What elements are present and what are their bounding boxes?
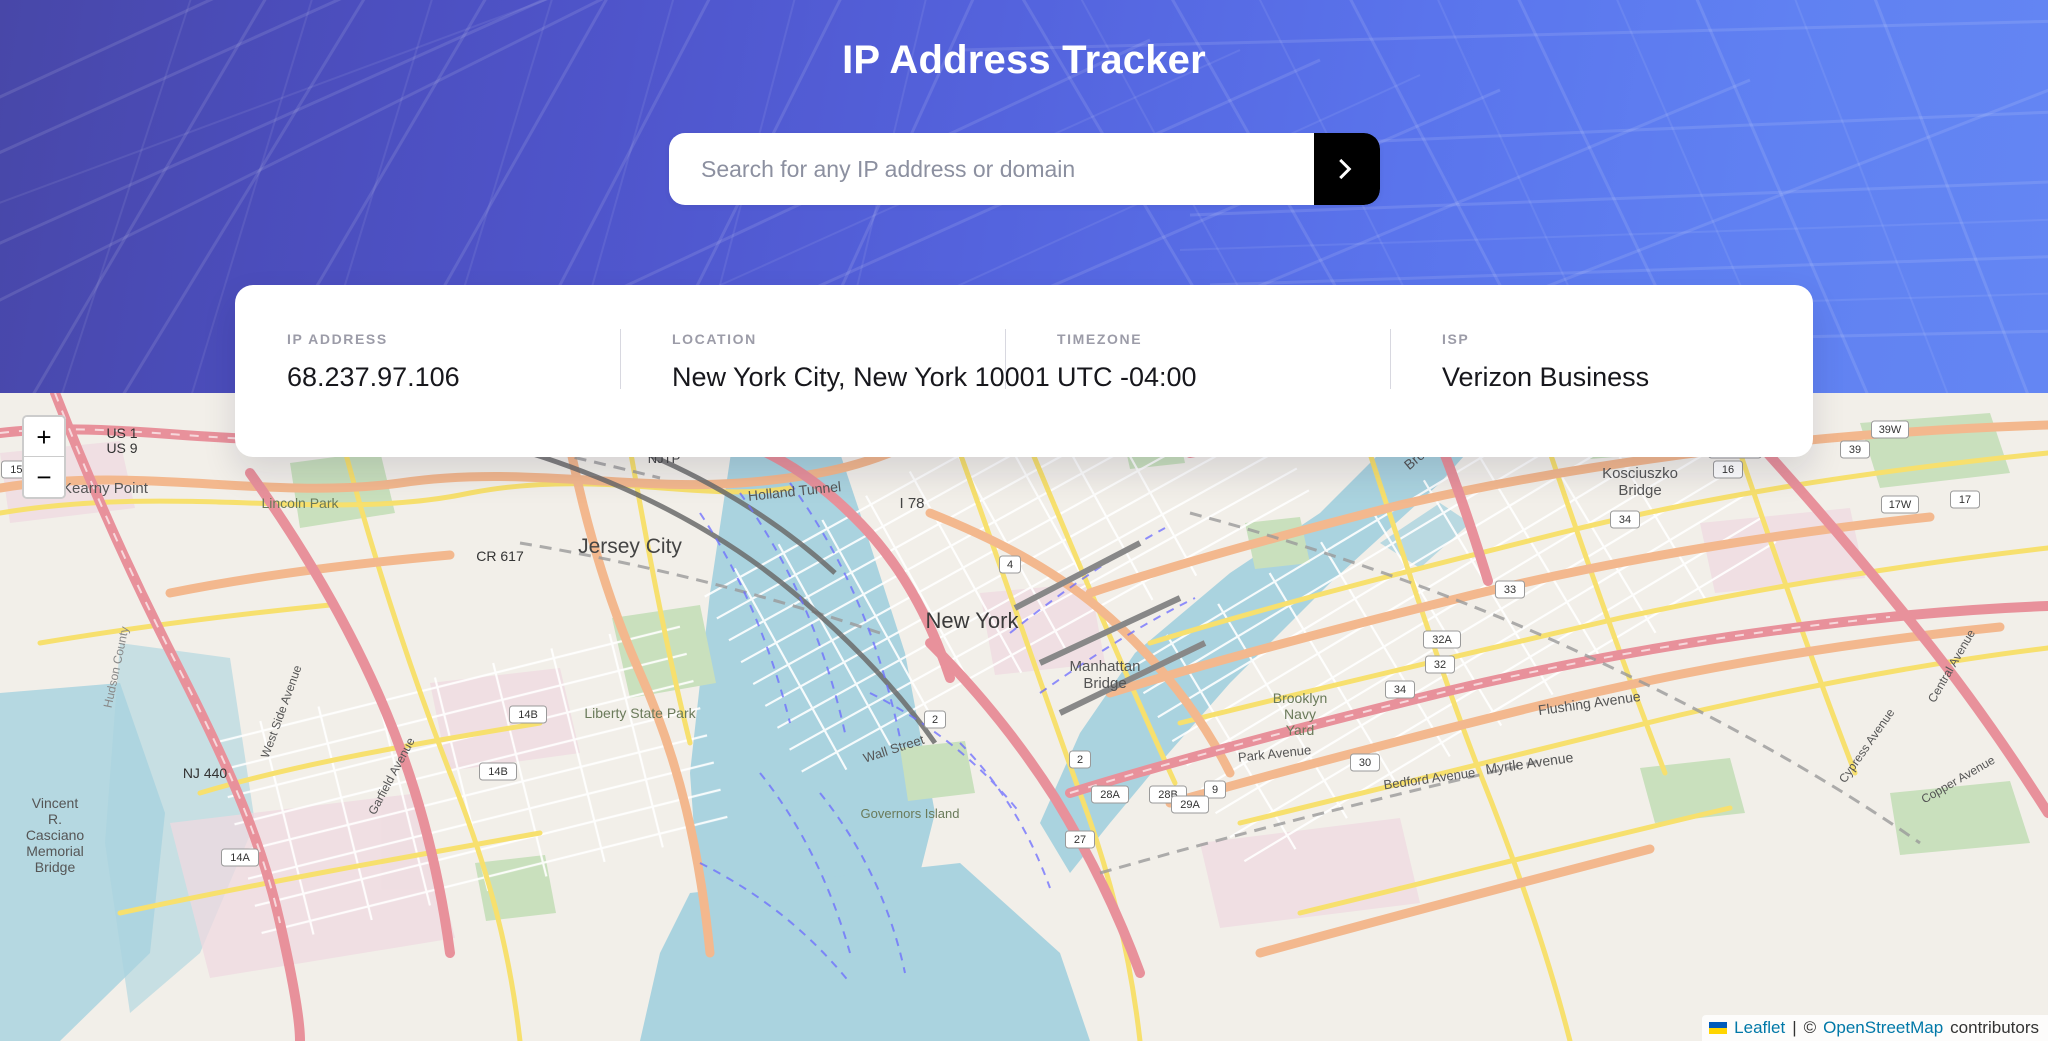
svg-text:4: 4 bbox=[1007, 559, 1013, 571]
map-zoom-control: + − bbox=[22, 415, 66, 499]
page-title: IP Address Tracker bbox=[842, 38, 1206, 82]
map-route-shield: 9 bbox=[1204, 780, 1226, 799]
map-route-shield: 4 bbox=[999, 555, 1021, 574]
map-route-shield: 34 bbox=[1385, 680, 1415, 699]
svg-text:27: 27 bbox=[1074, 834, 1086, 846]
svg-text:32A: 32A bbox=[1432, 634, 1452, 646]
ukraine-flag-icon bbox=[1709, 1022, 1728, 1034]
search-submit-button[interactable] bbox=[1314, 133, 1380, 205]
svg-text:14B: 14B bbox=[488, 766, 508, 778]
map-route-shield: 2 bbox=[924, 710, 946, 729]
info-label: Timezone bbox=[1057, 331, 1143, 347]
map-tiles: Pulaski SkywayUS 1US 9Kearny PointLincol… bbox=[0, 393, 2048, 1041]
map-route-shield: 14B bbox=[509, 705, 547, 724]
map-route-shield: 39W bbox=[1871, 420, 1909, 439]
svg-text:39W: 39W bbox=[1879, 424, 1902, 436]
svg-text:39: 39 bbox=[1849, 444, 1861, 456]
map-route-shield: 30 bbox=[1350, 753, 1380, 772]
map-route-shield: 34 bbox=[1610, 510, 1640, 529]
info-value: UTC -04:00 bbox=[1057, 362, 1197, 392]
svg-text:17: 17 bbox=[1959, 494, 1971, 506]
map-label: Kearny Point bbox=[62, 480, 149, 497]
map-label: CR 617 bbox=[476, 548, 524, 564]
map-label: US 9 bbox=[106, 440, 137, 456]
svg-text:14B: 14B bbox=[518, 709, 538, 721]
map-label: I 78 bbox=[899, 495, 924, 512]
svg-text:14A: 14A bbox=[230, 852, 250, 864]
map-route-shield: 28A bbox=[1091, 785, 1129, 804]
svg-text:9: 9 bbox=[1212, 784, 1218, 796]
map-label: Governors Island bbox=[861, 806, 960, 821]
search-input[interactable] bbox=[669, 133, 1314, 205]
svg-text:32: 32 bbox=[1434, 659, 1446, 671]
leaflet-link[interactable]: Leaflet bbox=[1734, 1018, 1785, 1038]
map-label: US 1 bbox=[106, 425, 137, 441]
map-label: New York bbox=[926, 608, 1020, 633]
info-value: New York City, New York 10001 bbox=[672, 362, 1050, 392]
info-label: Location bbox=[672, 331, 757, 347]
ip-info-card: IP Address 68.237.97.106 Location New Yo… bbox=[235, 285, 1813, 457]
svg-text:29A: 29A bbox=[1180, 799, 1200, 811]
info-column-ip-address: IP Address 68.237.97.106 bbox=[235, 331, 620, 393]
attribution-separator: | bbox=[1792, 1018, 1797, 1037]
map-route-shield: 14B bbox=[479, 762, 517, 781]
map-route-shield: 27 bbox=[1065, 830, 1095, 849]
info-value: 68.237.97.106 bbox=[287, 362, 460, 392]
map-route-shield: 2 bbox=[1069, 750, 1091, 769]
zoom-out-button[interactable]: − bbox=[24, 457, 64, 497]
svg-text:2: 2 bbox=[1077, 754, 1083, 766]
svg-text:28A: 28A bbox=[1100, 789, 1120, 801]
svg-text:33: 33 bbox=[1504, 584, 1516, 596]
map-label: Lincoln Park bbox=[261, 495, 339, 511]
map-route-shield: 32A bbox=[1423, 630, 1461, 649]
svg-text:34: 34 bbox=[1619, 514, 1631, 526]
info-label: IP Address bbox=[287, 331, 388, 347]
map-container[interactable]: Pulaski SkywayUS 1US 9Kearny PointLincol… bbox=[0, 393, 2048, 1041]
map-label: NJ 440 bbox=[183, 765, 228, 781]
ip-tracker-app: IP Address Tracker IP Address 68.237.97.… bbox=[0, 0, 2048, 1041]
map-route-shield: 16 bbox=[1713, 460, 1743, 479]
svg-text:30: 30 bbox=[1359, 757, 1371, 769]
map-label: Jersey City bbox=[578, 535, 682, 558]
contributors-label: contributors bbox=[1950, 1018, 2039, 1037]
map-route-shield: 17 bbox=[1950, 490, 1980, 509]
map-route-shield: 32 bbox=[1425, 655, 1455, 674]
svg-text:2: 2 bbox=[932, 714, 938, 726]
map-route-shield: 17W bbox=[1881, 495, 1919, 514]
chevron-right-icon bbox=[1339, 158, 1352, 180]
map-attribution: Leaflet | © OpenStreetMap contributors bbox=[1702, 1015, 2048, 1041]
copyright-symbol: © bbox=[1803, 1018, 1817, 1037]
openstreetmap-link[interactable]: OpenStreetMap bbox=[1823, 1018, 1943, 1038]
info-column-location: Location New York City, New York 10001 bbox=[620, 329, 1050, 393]
svg-text:16: 16 bbox=[1722, 464, 1734, 476]
info-column-timezone: Timezone UTC -04:00 bbox=[1005, 329, 1390, 393]
info-column-isp: ISP Verizon Business bbox=[1390, 329, 1813, 393]
map-route-shield: 29A bbox=[1171, 795, 1209, 814]
svg-text:34: 34 bbox=[1394, 684, 1406, 696]
map-label: Liberty State Park bbox=[584, 705, 696, 721]
search-bar bbox=[669, 133, 1380, 205]
svg-text:17W: 17W bbox=[1889, 499, 1912, 511]
info-label: ISP bbox=[1442, 331, 1470, 347]
zoom-in-button[interactable]: + bbox=[24, 417, 64, 457]
map-route-shield: 33 bbox=[1495, 580, 1525, 599]
map-route-shield: 39 bbox=[1840, 440, 1870, 459]
map-route-shield: 14A bbox=[221, 848, 259, 867]
info-value: Verizon Business bbox=[1442, 362, 1650, 392]
